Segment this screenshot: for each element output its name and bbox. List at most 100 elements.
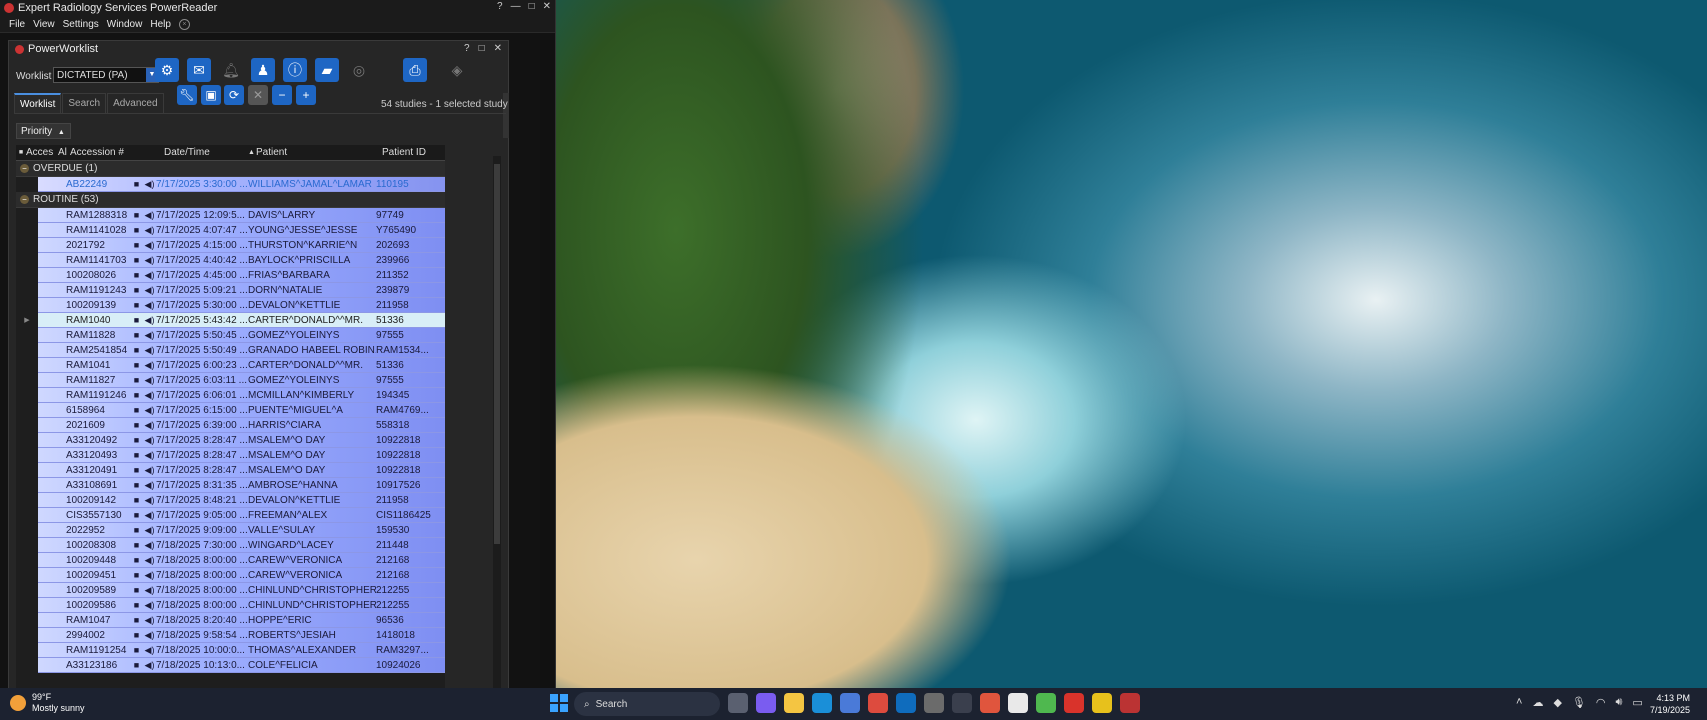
table-row[interactable]: 100208308 ■ ◀) 7/18/2025 7:30:00 ... WINGARD… — [16, 538, 445, 553]
collapse-icon[interactable]: − — [20, 195, 29, 204]
scrollbar-thumb[interactable] — [494, 164, 500, 544]
taskbar-search[interactable]: ⌕ Search — [574, 692, 720, 716]
powerreader-taskbar-icon[interactable] — [1120, 693, 1140, 713]
table-row[interactable]: 6158964 ■ ◀) 7/17/2025 6:15:00 ... PUENTE^MI… — [16, 403, 445, 418]
edge-icon[interactable] — [812, 693, 832, 713]
table-row[interactable]: RAM11827 ■ ◀) 7/17/2025 6:03:11 ... GOMEZ^YO… — [16, 373, 445, 388]
copilot-icon[interactable] — [756, 693, 776, 713]
table-row[interactable]: 100209586 ■ ◀) 7/18/2025 8:00:00 ... CHINLUN… — [16, 598, 445, 613]
save-icon[interactable]: ▣ — [201, 85, 221, 105]
table-row[interactable]: RAM2541854 ■ ◀) 7/17/2025 5:50:49 ... GRANAD… — [16, 343, 445, 358]
table-row[interactable]: RAM1191243 ■ ◀) 7/17/2025 5:09:21 ... DORN^N… — [16, 283, 445, 298]
table-row[interactable]: RAM1191246 ■ ◀) 7/17/2025 6:06:01 ... MCMILL… — [16, 388, 445, 403]
table-row[interactable]: 100209139 ■ ◀) 7/17/2025 5:30:00 ... DEVALON… — [16, 298, 445, 313]
windows-start-icon[interactable] — [550, 694, 568, 712]
taskbar-clock[interactable]: 4:13 PM 7/19/2025 — [1650, 692, 1690, 716]
print-icon[interactable]: ⎙ — [403, 58, 427, 82]
table-row[interactable]: 100209589 ■ ◀) 7/18/2025 8:00:00 ... CHINLUN… — [16, 583, 445, 598]
calculator-icon[interactable] — [924, 693, 944, 713]
chrome-icon[interactable] — [868, 693, 888, 713]
close-button[interactable]: ✕ — [543, 1, 551, 12]
table-row[interactable]: 2022952 ■ ◀) 7/17/2025 9:09:00 ... VALLE^SUL… — [16, 523, 445, 538]
chrome-profile-icon[interactable] — [980, 693, 1000, 713]
col-patient[interactable]: Patient — [256, 145, 382, 160]
group-overdue[interactable]: − OVERDUE (1) — [16, 161, 445, 177]
refresh-icon[interactable]: ⟳ — [224, 85, 244, 105]
menu-settings[interactable]: Settings — [63, 19, 99, 30]
table-row[interactable]: 100209142 ■ ◀) 7/17/2025 8:48:21 ... DEVALON… — [16, 493, 445, 508]
worklist-close-button[interactable]: ✕ — [494, 43, 502, 54]
app-icon[interactable] — [1008, 693, 1028, 713]
dropbox-icon[interactable]: ◆ — [1553, 696, 1561, 709]
table-row[interactable]: A33123186 ■ ◀) 7/18/2025 10:13:0... COLE^FEL… — [16, 658, 445, 673]
gear-icon[interactable]: ⚙ — [155, 58, 179, 82]
table-row[interactable]: A33120492 ■ ◀) 7/17/2025 8:28:47 ... MSALEM^… — [16, 433, 445, 448]
mic-icon[interactable]: 🎙︎ — [1572, 696, 1586, 709]
snipping-icon[interactable] — [952, 693, 972, 713]
person-icon[interactable]: ♟ — [251, 58, 275, 82]
worklist-maximize-button[interactable]: □ — [479, 43, 485, 54]
folder-icon[interactable]: ▰ — [315, 58, 339, 82]
table-row[interactable]: RAM1141703 ■ ◀) 7/17/2025 4:40:42 ... BAYLOC… — [16, 253, 445, 268]
table-row[interactable]: AB22249 ■ ◀) 7/17/2025 3:30:00 ... WILLIAMS^… — [16, 177, 445, 192]
file-explorer-icon[interactable] — [784, 693, 804, 713]
table-row[interactable]: RAM11828 ■ ◀) 7/17/2025 5:50:45 ... GOMEZ^YO… — [16, 328, 445, 343]
battery-icon[interactable]: ▭ — [1632, 696, 1642, 709]
table-row[interactable]: A33120491 ■ ◀) 7/17/2025 8:28:47 ... MSALEM^… — [16, 463, 445, 478]
disc-icon[interactable]: ◎ — [347, 58, 371, 82]
maximize-button[interactable]: □ — [529, 1, 535, 12]
weather-widget[interactable]: 99°F Mostly sunny — [10, 692, 85, 714]
bell-icon[interactable]: 🔔︎ — [219, 58, 243, 82]
info-icon[interactable]: ⓘ — [283, 58, 307, 82]
minimize-button[interactable]: — — [511, 1, 521, 12]
col-datetime[interactable]: Date/Time — [164, 145, 248, 160]
help-button[interactable]: ? — [497, 1, 503, 12]
col-patient-id[interactable]: Patient ID — [382, 145, 437, 160]
minus-icon[interactable]: − — [272, 85, 292, 105]
wrench-icon[interactable]: 🔧︎ — [177, 85, 197, 105]
plus-icon[interactable]: + — [296, 85, 316, 105]
table-row[interactable]: 2021792 ■ ◀) 7/17/2025 4:15:00 ... THURSTON^… — [16, 238, 445, 253]
store-icon[interactable] — [840, 693, 860, 713]
table-row[interactable]: CIS3557130 ■ ◀) 7/17/2025 9:05:00 ... FREEMA… — [16, 508, 445, 523]
worklist-help-button[interactable]: ? — [464, 43, 470, 54]
mail-icon[interactable]: ✉ — [187, 58, 211, 82]
worklist-select[interactable]: DICTATED (PA) ▼ — [53, 67, 159, 83]
col-al[interactable]: Al — [58, 145, 70, 160]
tab-advanced[interactable]: Advanced — [107, 93, 164, 114]
close-circle-icon[interactable]: × — [178, 18, 190, 30]
outlook-icon[interactable] — [896, 693, 916, 713]
table-row[interactable]: RAM1288318 ■ ◀) 7/17/2025 12:09:5... DAVIS^L… — [16, 208, 445, 223]
menu-view[interactable]: View — [33, 19, 55, 30]
table-row[interactable]: A33108691 ■ ◀) 7/17/2025 8:31:35 ... AMBROSE… — [16, 478, 445, 493]
table-row[interactable]: RAM1141028 ■ ◀) 7/17/2025 4:07:47 ... YOUNG^… — [16, 223, 445, 238]
chevron-up-icon[interactable]: ˄ — [1516, 696, 1522, 709]
tab-worklist[interactable]: Worklist — [14, 93, 62, 114]
grid-scrollbar[interactable] — [493, 156, 501, 689]
table-row[interactable]: RAM1041 ■ ◀) 7/17/2025 6:00:23 ... CARTER^DO… — [16, 358, 445, 373]
col-acces[interactable]: Acces — [26, 145, 58, 160]
task-view-icon[interactable] — [728, 693, 748, 713]
close-icon[interactable]: ✕ — [248, 85, 268, 105]
pdf-icon[interactable] — [1064, 693, 1084, 713]
table-row[interactable]: 2994002 ■ ◀) 7/18/2025 9:58:54 ... ROBERTS^J… — [16, 628, 445, 643]
menu-file[interactable]: File — [9, 19, 25, 30]
table-row[interactable]: 100209451 ■ ◀) 7/18/2025 8:00:00 ... CAREW^V… — [16, 568, 445, 583]
table-row[interactable]: 100208026 ■ ◀) 7/17/2025 4:45:00 ... FRIAS^B… — [16, 268, 445, 283]
wifi-icon[interactable]: ◠ — [1596, 696, 1606, 709]
menu-window[interactable]: Window — [107, 19, 143, 30]
priority-groupby-button[interactable]: Priority ▲ — [16, 123, 71, 139]
table-row[interactable]: 100209448 ■ ◀) 7/18/2025 8:00:00 ... CAREW^V… — [16, 553, 445, 568]
col-accession[interactable]: Accession # — [70, 145, 164, 160]
table-row[interactable]: 2021609 ■ ◀) 7/17/2025 6:39:00 ... HARRIS^CI… — [16, 418, 445, 433]
table-row[interactable]: A33120493 ■ ◀) 7/17/2025 8:28:47 ... MSALEM^… — [16, 448, 445, 463]
diamond-arrow-icon[interactable]: ◈ — [445, 58, 469, 82]
table-row[interactable]: RAM1191254 ■ ◀) 7/18/2025 10:00:0... THOMAS^… — [16, 643, 445, 658]
tab-search[interactable]: Search — [62, 93, 107, 114]
table-row[interactable]: ▶ RAM1040 ■ ◀) 7/17/2025 5:43:42 ... CARTER^D… — [16, 313, 445, 328]
collapse-icon[interactable]: − — [20, 164, 29, 173]
todo-icon[interactable] — [1092, 693, 1112, 713]
speaker-icon[interactable]: 🔊︎ — [1615, 696, 1622, 709]
slack-icon[interactable] — [1036, 693, 1056, 713]
cloud-icon[interactable]: ☁ — [1532, 696, 1543, 709]
